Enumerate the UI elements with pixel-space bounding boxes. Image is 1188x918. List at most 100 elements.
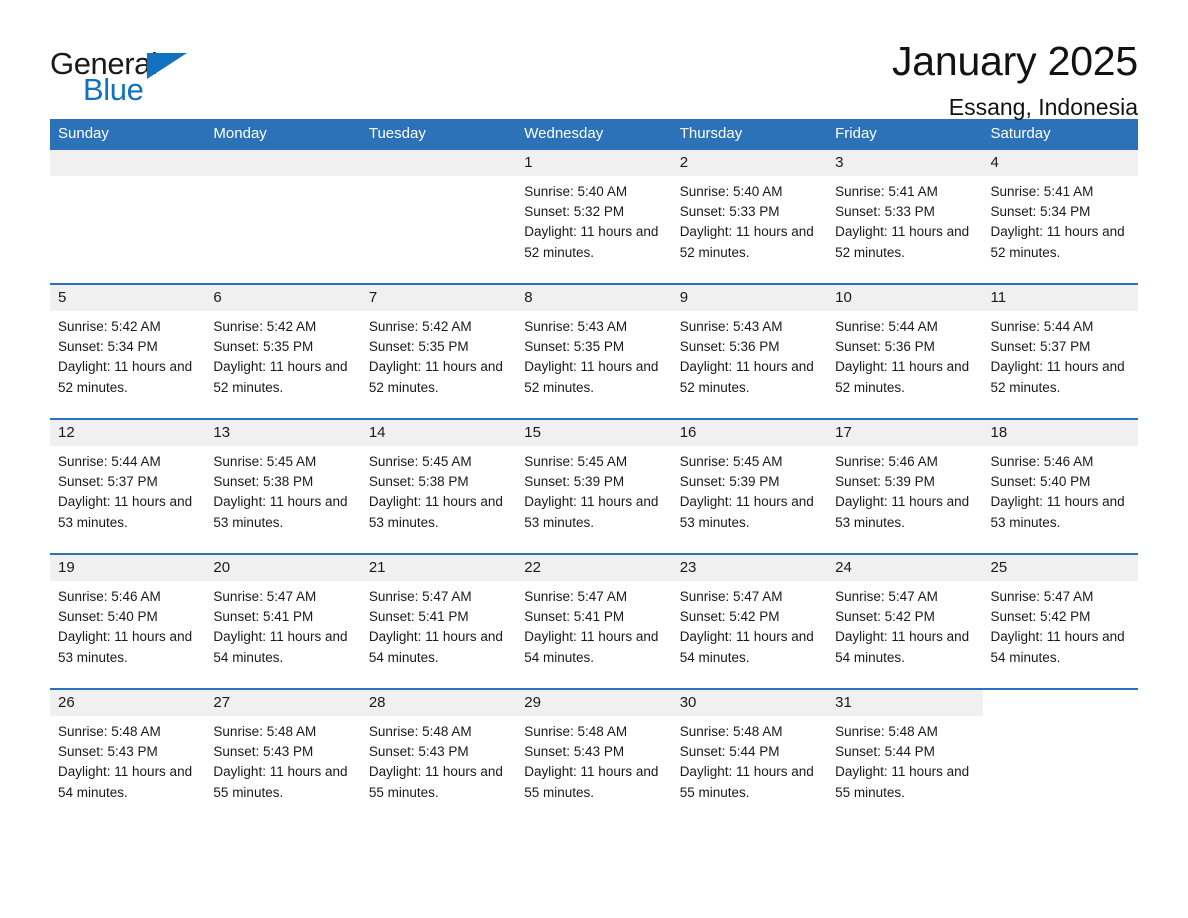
day-number: 4 xyxy=(982,150,1138,176)
sunset-text: Sunset: 5:44 PM xyxy=(835,744,935,760)
calendar-day-cell[interactable]: 16 Sunrise: 5:45 AM Sunset: 5:39 PM Dayligh… xyxy=(671,418,828,554)
weekday-header-monday: Monday xyxy=(205,119,361,150)
calendar-week-row: 19 Sunrise: 5:46 AM Sunset: 5:40 PM Dayligh… xyxy=(50,553,1138,689)
calendar-day-cell[interactable]: 22 Sunrise: 5:47 AM Sunset: 5:41 PM Dayligh… xyxy=(516,553,672,689)
calendar-day-cell[interactable]: 18 Sunrise: 5:46 AM Sunset: 5:40 PM Dayligh… xyxy=(982,418,1138,554)
calendar-day-cell[interactable]: 28 Sunrise: 5:48 AM Sunset: 5:43 PM Dayligh… xyxy=(360,688,517,823)
day-number: 7 xyxy=(360,285,517,311)
calendar-day-cell[interactable]: 9 Sunrise: 5:43 AM Sunset: 5:36 PM Daylight… xyxy=(671,283,828,419)
calendar-day-cell[interactable]: 2 Sunrise: 5:40 AM Sunset: 5:33 PM Daylight… xyxy=(671,150,828,284)
day-details: Sunrise: 5:40 AM Sunset: 5:32 PM Daylight:… xyxy=(516,176,671,263)
daylight-text: Daylight: 11 hours and 52 minutes. xyxy=(990,224,1125,260)
daylight-text: Daylight: 11 hours and 54 minutes. xyxy=(524,629,659,665)
sunrise-text: Sunrise: 5:46 AM xyxy=(990,454,1094,469)
sunset-text: Sunset: 5:35 PM xyxy=(368,339,469,355)
sunset-text: Sunset: 5:43 PM xyxy=(368,744,469,760)
day-number: 28 xyxy=(360,690,517,716)
calendar-day-cell[interactable]: 24 Sunrise: 5:47 AM Sunset: 5:42 PM Dayligh… xyxy=(827,553,983,689)
calendar-day-cell[interactable]: 21 Sunrise: 5:47 AM Sunset: 5:41 PM Dayligh… xyxy=(360,553,517,689)
calendar-day-cell[interactable]: 1 Sunrise: 5:40 AM Sunset: 5:32 PM Daylight… xyxy=(516,150,672,284)
calendar-day-cell[interactable]: 4 Sunrise: 5:41 AM Sunset: 5:34 PM Daylight… xyxy=(982,150,1138,284)
calendar-day-cell[interactable]: 6 Sunrise: 5:42 AM Sunset: 5:35 PM Daylight… xyxy=(205,283,361,419)
calendar-day-cell[interactable]: 26 Sunrise: 5:48 AM Sunset: 5:43 PM Dayligh… xyxy=(50,688,206,823)
sunset-text: Sunset: 5:38 PM xyxy=(213,474,314,490)
calendar-week-row: 12 Sunrise: 5:44 AM Sunset: 5:37 PM Dayligh… xyxy=(50,418,1138,554)
weekday-header-friday: Friday xyxy=(827,119,983,150)
sunrise-text: Sunrise: 5:47 AM xyxy=(990,589,1094,604)
day-number: 18 xyxy=(982,420,1138,446)
triangle-flag-icon xyxy=(147,53,187,79)
calendar-day-cell[interactable]: 15 Sunrise: 5:45 AM Sunset: 5:39 PM Dayligh… xyxy=(516,418,672,554)
calendar-day-cell[interactable]: 5 Sunrise: 5:42 AM Sunset: 5:34 PM Daylight… xyxy=(50,283,206,419)
calendar-day-cell[interactable]: 14 Sunrise: 5:45 AM Sunset: 5:38 PM Dayligh… xyxy=(360,418,517,554)
calendar-week-row: 1 Sunrise: 5:40 AM Sunset: 5:32 PM Daylight… xyxy=(50,150,1138,284)
day-number: 23 xyxy=(671,555,828,581)
sunrise-text: Sunrise: 5:47 AM xyxy=(679,589,783,604)
sunset-text: Sunset: 5:39 PM xyxy=(679,474,780,490)
page-title: January 2025 xyxy=(891,38,1138,84)
day-number: 30 xyxy=(671,690,828,716)
sunrise-text: Sunrise: 5:48 AM xyxy=(679,724,783,739)
sunrise-text: Sunrise: 5:48 AM xyxy=(213,724,317,739)
calendar-day-cell[interactable]: 7 Sunrise: 5:42 AM Sunset: 5:35 PM Daylight… xyxy=(360,283,517,419)
logo-text-blue: Blue xyxy=(83,72,144,107)
calendar-day-cell[interactable]: 17 Sunrise: 5:46 AM Sunset: 5:39 PM Dayligh… xyxy=(827,418,983,554)
daylight-text: Daylight: 11 hours and 52 minutes. xyxy=(990,359,1125,395)
calendar-day-cell[interactable]: 31 Sunrise: 5:48 AM Sunset: 5:44 PM Dayligh… xyxy=(827,688,983,823)
daylight-text: Daylight: 11 hours and 54 minutes. xyxy=(213,629,348,665)
sunrise-text: Sunrise: 5:45 AM xyxy=(679,454,783,469)
day-details: Sunrise: 5:45 AM Sunset: 5:39 PM Daylight:… xyxy=(672,446,827,533)
day-details: Sunrise: 5:44 AM Sunset: 5:37 PM Daylight:… xyxy=(50,446,205,533)
page-header: General Blue January 2025 Essang, Indone… xyxy=(50,0,1138,119)
calendar-day-cell[interactable]: 19 Sunrise: 5:46 AM Sunset: 5:40 PM Dayligh… xyxy=(50,553,206,689)
daylight-text: Daylight: 11 hours and 52 minutes. xyxy=(835,224,970,260)
sunrise-text: Sunrise: 5:40 AM xyxy=(679,184,783,199)
day-number: 12 xyxy=(50,420,206,446)
day-details: Sunrise: 5:45 AM Sunset: 5:38 PM Daylight:… xyxy=(205,446,360,533)
calendar-day-cell[interactable]: 23 Sunrise: 5:47 AM Sunset: 5:42 PM Dayligh… xyxy=(671,553,828,689)
daylight-text: Daylight: 11 hours and 53 minutes. xyxy=(58,494,193,530)
sunrise-text: Sunrise: 5:48 AM xyxy=(524,724,628,739)
day-number: 13 xyxy=(205,420,361,446)
day-details: Sunrise: 5:46 AM Sunset: 5:39 PM Daylight:… xyxy=(827,446,982,533)
sunrise-text: Sunrise: 5:47 AM xyxy=(835,589,938,604)
daylight-text: Daylight: 11 hours and 54 minutes. xyxy=(835,629,970,665)
sunrise-text: Sunrise: 5:47 AM xyxy=(368,589,472,604)
calendar-day-cell[interactable]: 27 Sunrise: 5:48 AM Sunset: 5:43 PM Dayligh… xyxy=(205,688,361,823)
day-number: 6 xyxy=(205,285,361,311)
general-blue-logo[interactable]: General Blue xyxy=(50,40,200,110)
calendar-day-cell[interactable]: 20 Sunrise: 5:47 AM Sunset: 5:41 PM Dayligh… xyxy=(205,553,361,689)
daylight-text: Daylight: 11 hours and 53 minutes. xyxy=(835,494,970,530)
day-number: 31 xyxy=(827,690,983,716)
day-details: Sunrise: 5:48 AM Sunset: 5:44 PM Daylight:… xyxy=(672,716,827,803)
sunset-text: Sunset: 5:34 PM xyxy=(58,339,158,355)
day-details: Sunrise: 5:48 AM Sunset: 5:43 PM Daylight:… xyxy=(205,716,360,803)
daylight-text: Daylight: 11 hours and 54 minutes. xyxy=(990,629,1125,665)
calendar-day-cell[interactable]: 25 Sunrise: 5:47 AM Sunset: 5:42 PM Dayligh… xyxy=(982,553,1138,689)
daylight-text: Daylight: 11 hours and 53 minutes. xyxy=(368,494,503,530)
calendar-day-cell[interactable]: 30 Sunrise: 5:48 AM Sunset: 5:44 PM Dayligh… xyxy=(671,688,828,823)
calendar-day-cell[interactable]: 12 Sunrise: 5:44 AM Sunset: 5:37 PM Dayligh… xyxy=(50,418,206,554)
sunset-text: Sunset: 5:33 PM xyxy=(835,204,935,220)
calendar-day-cell[interactable]: 3 Sunrise: 5:41 AM Sunset: 5:33 PM Daylight… xyxy=(827,150,983,284)
sunrise-text: Sunrise: 5:44 AM xyxy=(990,319,1094,334)
weekday-header-saturday: Saturday xyxy=(982,119,1138,150)
sunrise-text: Sunrise: 5:45 AM xyxy=(213,454,317,469)
sunrise-text: Sunrise: 5:46 AM xyxy=(58,589,161,604)
day-details: Sunrise: 5:43 AM Sunset: 5:35 PM Daylight:… xyxy=(516,311,671,398)
sunrise-text: Sunrise: 5:47 AM xyxy=(213,589,317,604)
sunrise-text: Sunrise: 5:45 AM xyxy=(368,454,472,469)
day-number: 1 xyxy=(516,150,672,176)
daylight-text: Daylight: 11 hours and 52 minutes. xyxy=(368,359,503,395)
daylight-text: Daylight: 11 hours and 52 minutes. xyxy=(524,359,659,395)
day-number: 8 xyxy=(516,285,672,311)
calendar-day-cell[interactable]: 10 Sunrise: 5:44 AM Sunset: 5:36 PM Dayligh… xyxy=(827,283,983,419)
calendar-day-cell[interactable]: 8 Sunrise: 5:43 AM Sunset: 5:35 PM Daylight… xyxy=(516,283,672,419)
calendar-day-cell[interactable]: 13 Sunrise: 5:45 AM Sunset: 5:38 PM Dayligh… xyxy=(205,418,361,554)
weekday-header-tuesday: Tuesday xyxy=(360,119,517,150)
calendar-day-cell[interactable]: 29 Sunrise: 5:48 AM Sunset: 5:43 PM Dayligh… xyxy=(516,688,672,823)
sunset-text: Sunset: 5:39 PM xyxy=(524,474,625,490)
calendar-day-cell[interactable]: 11 Sunrise: 5:44 AM Sunset: 5:37 PM Dayligh… xyxy=(982,283,1138,419)
day-number: 20 xyxy=(205,555,361,581)
day-number: 15 xyxy=(516,420,672,446)
